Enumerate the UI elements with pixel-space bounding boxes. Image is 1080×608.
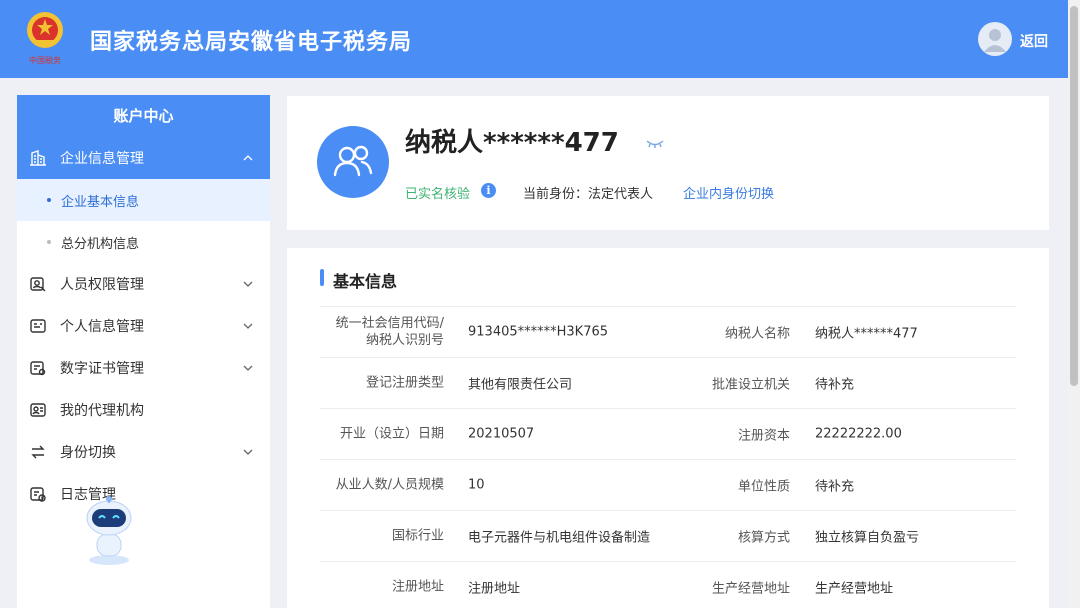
emblem-caption: 中国税务: [29, 55, 61, 65]
field-value: 独立核算自负盈亏: [815, 530, 920, 546]
table-row: 登记注册类型 其他有限责任公司 批准设立机关 待补充: [320, 357, 1016, 408]
chevron-down-icon: [242, 446, 254, 458]
field-value: 10: [468, 477, 485, 493]
certificate-icon: [29, 359, 47, 377]
field-label: 单位性质: [737, 479, 790, 495]
field-value: 22222222.00: [815, 426, 902, 442]
verified-status: 已实名核验: [405, 187, 471, 202]
sidebar-item-label: 个人信息管理: [60, 319, 144, 335]
field-value: 电子元器件与机电组件设备制造: [468, 530, 651, 546]
field-value: 913405******H3K765: [468, 324, 609, 340]
table-row: 国标行业 电子元器件与机电组件设备制造 核算方式 独立核算自负盈亏: [320, 510, 1016, 561]
sidebar-item-log-management[interactable]: 日志管理: [17, 473, 270, 515]
table-row: 统一社会信用代码/ 纳税人识别号 913405******H3K765 纳税人名称 纳…: [320, 306, 1016, 357]
sidebar-item-label: 企业信息管理: [60, 151, 144, 167]
agency-icon: [29, 401, 47, 419]
sidebar-item-personnel-permissions[interactable]: 人员权限管理: [17, 263, 270, 305]
sidebar-item-identity-switch[interactable]: 身份切换: [17, 431, 270, 473]
switch-icon: [29, 443, 47, 461]
sidebar-subitem-label: 总分机构信息: [61, 236, 140, 252]
section-title: 基本信息: [333, 272, 398, 291]
field-label: 登记注册类型: [365, 375, 444, 391]
page-scrollbar[interactable]: [1068, 0, 1080, 608]
bullet-dot: [47, 198, 51, 202]
field-value: 20210507: [468, 426, 535, 442]
building-icon: [29, 149, 47, 167]
field-label: 注册资本: [737, 428, 790, 444]
bullet-dot: [47, 240, 51, 244]
tax-emblem-logo: 中国税务: [22, 8, 68, 70]
field-label: 核算方式: [737, 530, 790, 546]
id-card-icon: [29, 317, 47, 335]
chevron-down-icon: [242, 278, 254, 290]
field-value: 生产经营地址: [815, 581, 894, 597]
user-avatar-icon[interactable]: [978, 22, 1012, 56]
field-value: 待补充: [815, 377, 855, 393]
field-label: 批准设立机关: [711, 377, 790, 393]
table-row: 开业（设立）日期 20210507 注册资本 22222222.00: [320, 408, 1016, 459]
sidebar-item-personal-info[interactable]: 个人信息管理: [17, 305, 270, 347]
sidebar-item-label: 身份切换: [60, 445, 116, 461]
field-label: 生产经营地址: [711, 581, 790, 597]
field-label: 国标行业: [391, 528, 444, 544]
sidebar-item-my-agency[interactable]: 我的代理机构: [17, 389, 270, 431]
basic-info-card: 基本信息 统一社会信用代码/ 纳税人识别号 913405******H3K765 纳…: [287, 248, 1049, 608]
sidebar-item-label: 我的代理机构: [60, 403, 144, 419]
field-value: 纳税人******477: [815, 326, 918, 342]
site-title: 国家税务总局安徽省电子税务局: [90, 30, 413, 55]
robot-assistant-icon[interactable]: [80, 490, 138, 566]
taxpayer-name: 纳税人******477: [405, 128, 619, 158]
section-accent-bar: [320, 269, 324, 286]
current-identity: 当前身份：法定代表人: [523, 187, 654, 202]
top-header: 中国税务 国家税务总局安徽省电子税务局 返回: [0, 0, 1068, 78]
sidebar-item-enterprise-info[interactable]: 企业信息管理: [17, 137, 270, 179]
basic-info-table: 统一社会信用代码/ 纳税人识别号 913405******H3K765 纳税人名称 纳…: [320, 306, 1016, 608]
chevron-down-icon: [242, 320, 254, 332]
field-label: 开业（设立）日期: [339, 426, 444, 442]
back-button[interactable]: 返回: [1020, 31, 1048, 51]
field-value: 其他有限责任公司: [468, 377, 573, 393]
field-label: 纳税人名称: [724, 326, 790, 342]
log-icon: [29, 485, 47, 503]
sidebar-subitem-branch-info[interactable]: 总分机构信息: [17, 221, 270, 263]
sidebar-title: 账户中心: [17, 95, 270, 137]
sidebar-item-digital-certificate[interactable]: 数字证书管理: [17, 347, 270, 389]
info-icon[interactable]: i: [481, 183, 496, 198]
field-label: 注册地址: [391, 579, 444, 595]
chevron-down-icon: [242, 362, 254, 374]
field-label: 从业人数/人员规模: [335, 477, 444, 493]
field-value: 待补充: [815, 479, 855, 495]
sidebar: 账户中心 企业信息管理 企业基本信息 总分机构信息 人员权限管理 个人信息管理: [17, 95, 270, 608]
field-value: 注册地址: [468, 581, 521, 597]
chevron-up-icon: [242, 152, 254, 164]
field-label: 统一社会信用代码/ 纳税人识别号: [335, 316, 444, 348]
scrollbar-thumb[interactable]: [1070, 6, 1078, 386]
sidebar-item-label: 人员权限管理: [60, 277, 144, 293]
company-avatar-icon: [317, 126, 389, 198]
sidebar-subitem-label: 企业基本信息: [61, 194, 140, 210]
profile-card: 纳税人******477 已实名核验 i 当前身份：法定代表人 企业内身份切换: [287, 96, 1049, 230]
sidebar-subitem-basic-info[interactable]: 企业基本信息: [17, 179, 270, 221]
table-row: 注册地址 注册地址 生产经营地址 生产经营地址: [320, 561, 1016, 608]
identity-switch-link[interactable]: 企业内身份切换: [683, 183, 774, 202]
table-row: 从业人数/人员规模 10 单位性质 待补充: [320, 459, 1016, 510]
user-shield-icon: [29, 275, 47, 293]
eye-closed-icon[interactable]: [645, 136, 665, 150]
sidebar-item-label: 数字证书管理: [60, 361, 144, 377]
